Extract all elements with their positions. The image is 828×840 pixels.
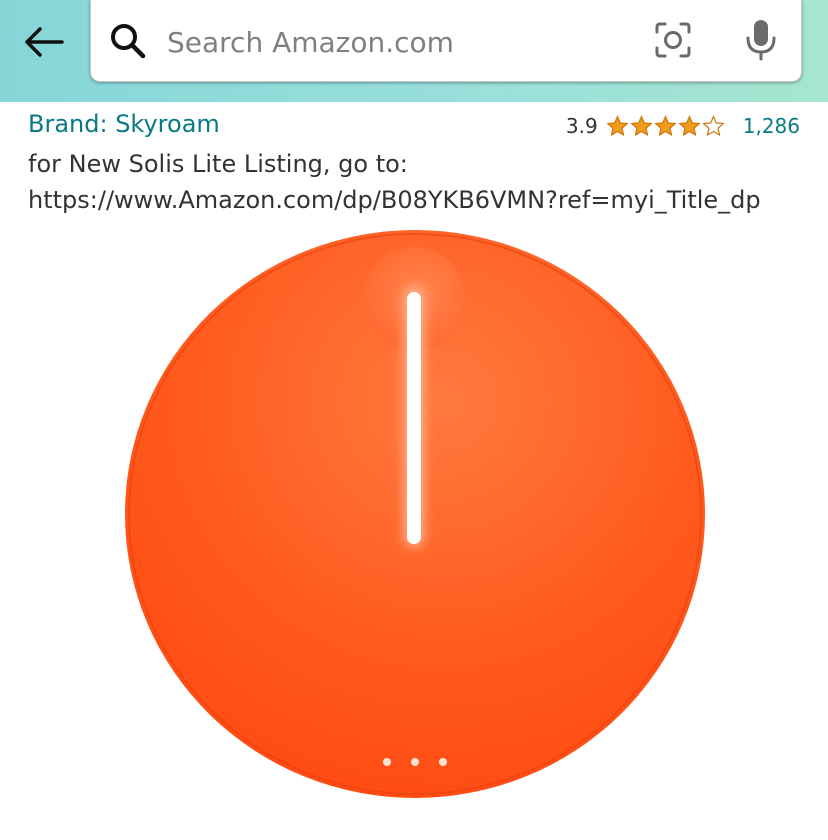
description-url: https://www.Amazon.com/dp/B08YKB6VMN?ref… [28,186,761,214]
rating-value: 3.9 [565,114,598,138]
search-box[interactable] [90,0,802,82]
rating-summary[interactable]: 3.9 1,286 [566,114,800,138]
star-icon [702,115,724,136]
star-icon [654,115,676,136]
carousel-dot [383,758,391,766]
light-bar [407,292,421,544]
microphone-icon[interactable] [743,18,779,62]
camera-lens-icon[interactable] [653,20,693,60]
star-icon [630,115,652,136]
product-description: for New Solis Lite Listing, go to: https… [28,146,808,218]
product-image[interactable] [120,222,710,812]
back-button[interactable] [18,20,70,64]
brand-link[interactable]: Brand: Skyroam [28,110,220,138]
search-icon [111,24,146,59]
carousel-dot [411,758,419,766]
rating-count-link[interactable]: 1,286 [743,114,800,138]
carousel-dot [439,758,447,766]
search-input[interactable] [167,20,627,64]
star-icon [606,115,628,136]
description-line: for New Solis Lite Listing, go to: [28,150,408,178]
back-arrow-icon [25,27,64,57]
star-rating [606,115,725,138]
header-bar [0,0,828,102]
star-icon [678,115,700,136]
